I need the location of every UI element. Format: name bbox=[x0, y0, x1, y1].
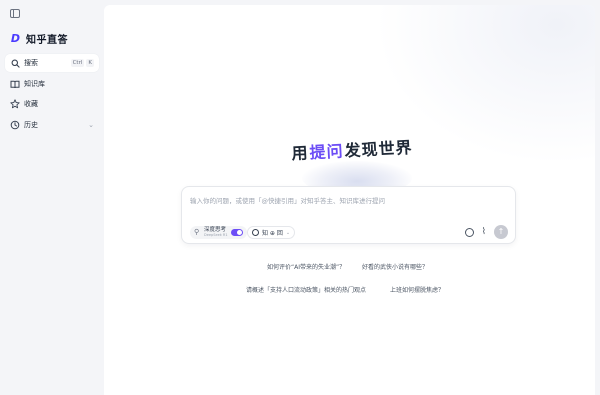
app-name: 知乎直答 bbox=[26, 34, 68, 46]
suggestion-item[interactable]: 请概述「支持人口流动政策」相关的热门观点 bbox=[246, 285, 366, 294]
search-shortcut: Ctrl K bbox=[70, 59, 94, 67]
source-selector[interactable]: 知 ⊕ 回 ⌄ bbox=[247, 226, 296, 239]
sidebar-item-label: 历史 bbox=[24, 121, 38, 129]
at-mention-icon[interactable] bbox=[464, 227, 474, 237]
book-icon bbox=[10, 79, 20, 89]
hero-title-suffix: 发现世界 bbox=[344, 137, 414, 161]
sidebar-item-history[interactable]: 历史 ⌄ bbox=[5, 116, 99, 134]
main-panel: 用 提问 发现世界 输入你的问题，或使用「@快捷引用」对知乎答主、知识库进行提问… bbox=[104, 5, 595, 395]
attachment-icon[interactable]: ⌇ bbox=[482, 227, 486, 237]
globe-icon bbox=[252, 229, 259, 236]
sidebar-item-label: 知识库 bbox=[24, 80, 45, 88]
sidebar-toggle-icon[interactable] bbox=[10, 9, 20, 18]
sidebar-item-knowledge-base[interactable]: 知识库 bbox=[5, 75, 99, 93]
chevron-down-icon: ⌄ bbox=[285, 229, 291, 236]
source-list: 知 ⊕ 回 bbox=[262, 230, 283, 237]
shortcut-key-k: K bbox=[86, 59, 94, 67]
hero-title-prefix: 用 bbox=[291, 143, 310, 164]
question-input[interactable]: 输入你的问题，或使用「@快捷引用」对知乎答主、知识库进行提问 bbox=[190, 195, 510, 205]
search-icon bbox=[10, 58, 20, 68]
send-button[interactable]: ↑ bbox=[494, 225, 508, 239]
shortcut-key-ctrl: Ctrl bbox=[70, 59, 85, 67]
input-actions: ⌇ ↑ bbox=[464, 225, 508, 239]
suggestion-item[interactable]: 如何评价“AI带来的失业潮”？ bbox=[267, 262, 345, 271]
deep-think-switch[interactable] bbox=[230, 229, 243, 236]
deep-think-model: DeepSeek R1 bbox=[204, 232, 228, 237]
deep-think-text: 深度思考 DeepSeek R1 bbox=[204, 227, 228, 238]
suggestion-item[interactable]: 上班如何摆脱焦虑？ bbox=[390, 285, 444, 294]
sidebar-item-search[interactable]: 搜索 Ctrl K bbox=[5, 54, 99, 72]
suggestion-item[interactable]: 好看的武侠小说有哪些？ bbox=[362, 262, 428, 271]
chevron-down-icon[interactable]: ⌄ bbox=[88, 121, 94, 129]
history-icon bbox=[10, 120, 20, 130]
bulb-icon: ⚲ bbox=[194, 228, 200, 236]
app-logo[interactable]: D 知乎直答 bbox=[9, 31, 68, 46]
logo-mark-icon: D bbox=[10, 31, 21, 45]
star-icon bbox=[10, 99, 20, 109]
sidebar-item-favorites[interactable]: 收藏 bbox=[5, 95, 99, 113]
sidebar-item-label: 搜索 bbox=[24, 59, 38, 67]
sidebar: D 知乎直答 搜索 Ctrl K 知识库 收藏 历史 ⌄ bbox=[0, 0, 104, 395]
sidebar-item-label: 收藏 bbox=[24, 100, 38, 108]
hero-title-accent: 提问 bbox=[309, 141, 345, 163]
question-input-box[interactable]: 输入你的问题，或使用「@快捷引用」对知乎答主、知识库进行提问 ⚲ 深度思考 De… bbox=[181, 186, 516, 244]
deep-think-toggle[interactable]: ⚲ 深度思考 DeepSeek R1 bbox=[190, 226, 247, 239]
